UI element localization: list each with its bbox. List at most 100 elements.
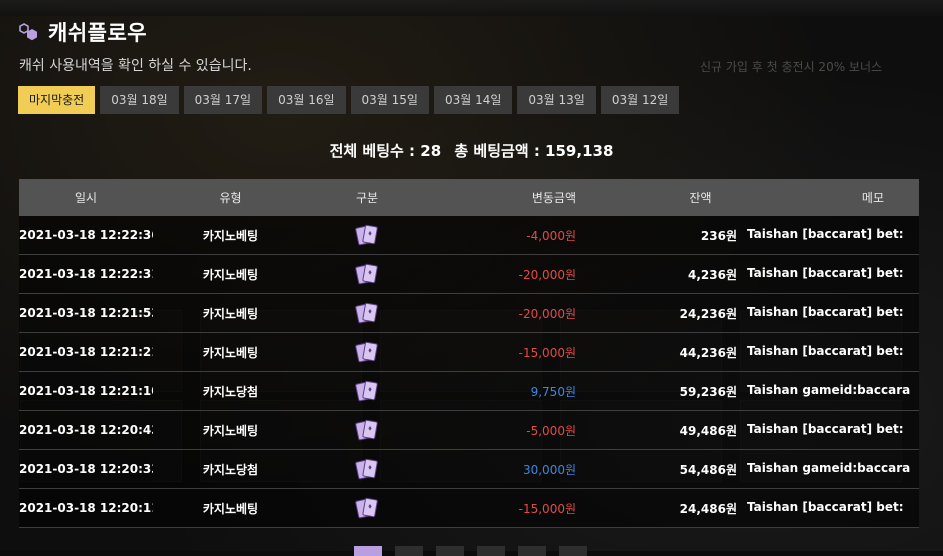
row-type: 카지노베팅: [202, 267, 259, 282]
row-balance-value: 24,486원: [679, 501, 737, 516]
row-type: 카지노베팅: [202, 501, 259, 516]
row-memo: Taishan gameid:baccara: [737, 383, 919, 400]
row-amount-value: -4,000원: [526, 228, 576, 243]
pagination: [354, 546, 587, 556]
row-balance-value: 4,236원: [688, 267, 737, 282]
playing-cards-icon: [355, 301, 379, 325]
header-memo-text: 메모: [861, 191, 884, 205]
row-memo: Taishan gameid:baccara: [737, 461, 919, 478]
table-row: 2021-03-18 12:22:36 카지노베팅 -4,000원 236원 Taish…: [19, 216, 919, 255]
row-date: 2021-03-18 12:20:33: [19, 462, 153, 476]
row-amount-value: -15,000원: [518, 501, 576, 516]
row-balance-value: 49,486원: [679, 423, 737, 438]
row-memo: Taishan [baccarat] bet:: [737, 266, 919, 283]
row-category: [308, 223, 426, 247]
betting-summary: 전체 베팅수 : 28 총 베팅금액 : 159,138: [0, 140, 943, 161]
row-memo-value: Taishan gameid:baccara: [747, 382, 911, 397]
row-balance-value: 44,236원: [679, 345, 737, 360]
row-date: 2021-03-18 12:22:36: [19, 228, 153, 242]
row-amount: -5,000원: [426, 422, 576, 439]
row-balance-value: 59,236원: [679, 384, 737, 399]
row-date: 2021-03-18 12:20:43: [19, 423, 153, 437]
tab-last-charge[interactable]: 마지막충전: [18, 86, 96, 114]
tab-date[interactable]: 03월 15일: [350, 86, 429, 114]
header-memo: 메모: [737, 189, 919, 206]
header-category: 구분: [355, 191, 379, 205]
row-amount-value: -5,000원: [526, 423, 576, 438]
row-date: 2021-03-18 12:22:31: [19, 267, 153, 281]
row-amount: -15,000원: [426, 500, 576, 517]
playing-cards-icon: [355, 262, 379, 286]
row-type: 카지노베팅: [202, 423, 259, 438]
row-memo: Taishan [baccarat] bet:: [737, 422, 919, 439]
row-amount-value: -20,000원: [518, 306, 576, 321]
header-balance: 잔액: [576, 189, 737, 206]
bet-total: 총 베팅금액 : 159,138: [454, 142, 614, 160]
row-balance: 54,486원: [576, 461, 737, 478]
page-button[interactable]: [354, 546, 382, 556]
row-amount-value: 9,750원: [530, 384, 576, 399]
table-row: 2021-03-18 12:22:31 카지노베팅 -20,000원 4,236원 Ta…: [19, 255, 919, 294]
row-date: 2021-03-18 12:21:21: [19, 345, 153, 359]
row-amount-value: -15,000원: [518, 345, 576, 360]
row-amount: -15,000원: [426, 344, 576, 361]
row-memo: Taishan [baccarat] bet:: [737, 344, 919, 361]
row-memo-value: Taishan [baccarat] bet:: [747, 226, 904, 241]
table-header: 일시 유형 구분 변동금액 잔액 메모: [19, 179, 919, 216]
header-balance-text: 잔액: [689, 191, 712, 205]
page-subtitle: 캐쉬 사용내역을 확인 하실 수 있습니다.: [19, 58, 252, 74]
bet-count: 전체 베팅수 : 28: [329, 142, 442, 160]
row-amount: 9,750원: [426, 383, 576, 400]
page-button[interactable]: [518, 546, 546, 556]
table-row: 2021-03-18 12:20:11 카지노베팅 -15,000원 24,486원 T…: [19, 489, 919, 528]
tab-date[interactable]: 03월 13일: [517, 86, 596, 114]
page-button[interactable]: [559, 546, 587, 556]
row-date: 2021-03-18 12:21:10: [19, 384, 153, 398]
tab-date[interactable]: 03월 12일: [600, 86, 680, 114]
row-amount: -20,000원: [426, 266, 576, 283]
row-balance-value: 24,236원: [679, 306, 737, 321]
header-type: 유형: [219, 191, 242, 205]
row-balance: 44,236원: [576, 344, 737, 361]
row-category: [308, 262, 426, 286]
row-type: 카지노베팅: [202, 306, 259, 321]
tab-date[interactable]: 03월 14일: [433, 86, 513, 114]
date-tabs: 마지막충전 03월 18일 03월 17일 03월 16일 03월 15일 03…: [18, 86, 680, 114]
page-button[interactable]: [436, 546, 464, 556]
row-balance-value: 54,486원: [679, 462, 737, 477]
table-row: 2021-03-18 12:21:53 카지노베팅 -20,000원 24,236원 T…: [19, 294, 919, 333]
page-button[interactable]: [395, 546, 423, 556]
row-type: 카지노베팅: [202, 345, 259, 360]
row-balance: 4,236원: [576, 266, 737, 283]
page-button[interactable]: [477, 546, 505, 556]
row-amount-value: -20,000원: [518, 267, 576, 282]
row-category: [308, 418, 426, 442]
row-category: [308, 457, 426, 481]
header-date: 일시: [74, 191, 98, 205]
row-amount-value: 30,000원: [522, 462, 576, 477]
row-memo-value: Taishan [baccarat] bet:: [747, 343, 904, 358]
row-balance: 49,486원: [576, 422, 737, 439]
row-balance: 59,236원: [576, 383, 737, 400]
playing-cards-icon: [355, 223, 379, 247]
playing-cards-icon: [355, 340, 379, 364]
row-memo: Taishan [baccarat] bet:: [737, 500, 919, 517]
row-amount: -20,000원: [426, 305, 576, 322]
table-row: 2021-03-18 12:21:10 카지노당첨 9,750원 59,236원 Tai…: [19, 372, 919, 411]
tab-date[interactable]: 03월 16일: [267, 86, 346, 114]
row-category: [308, 301, 426, 325]
row-amount: -4,000원: [426, 227, 576, 244]
row-memo-value: Taishan [baccarat] bet:: [747, 265, 904, 280]
row-balance: 236원: [576, 227, 737, 244]
row-memo-value: Taishan [baccarat] bet:: [747, 499, 904, 514]
row-category: [308, 496, 426, 520]
row-category: [308, 379, 426, 403]
row-memo: Taishan [baccarat] bet:: [737, 227, 919, 244]
page-header: 캐쉬플로우: [18, 16, 147, 48]
row-type: 카지노당첨: [202, 384, 259, 399]
row-category: [308, 340, 426, 364]
tab-date[interactable]: 03월 17일: [183, 86, 263, 114]
table-row: 2021-03-18 12:20:43 카지노베팅 -5,000원 49,486원 Ta…: [19, 411, 919, 450]
page-title: 캐쉬플로우: [48, 21, 148, 45]
tab-date[interactable]: 03월 18일: [100, 86, 179, 114]
